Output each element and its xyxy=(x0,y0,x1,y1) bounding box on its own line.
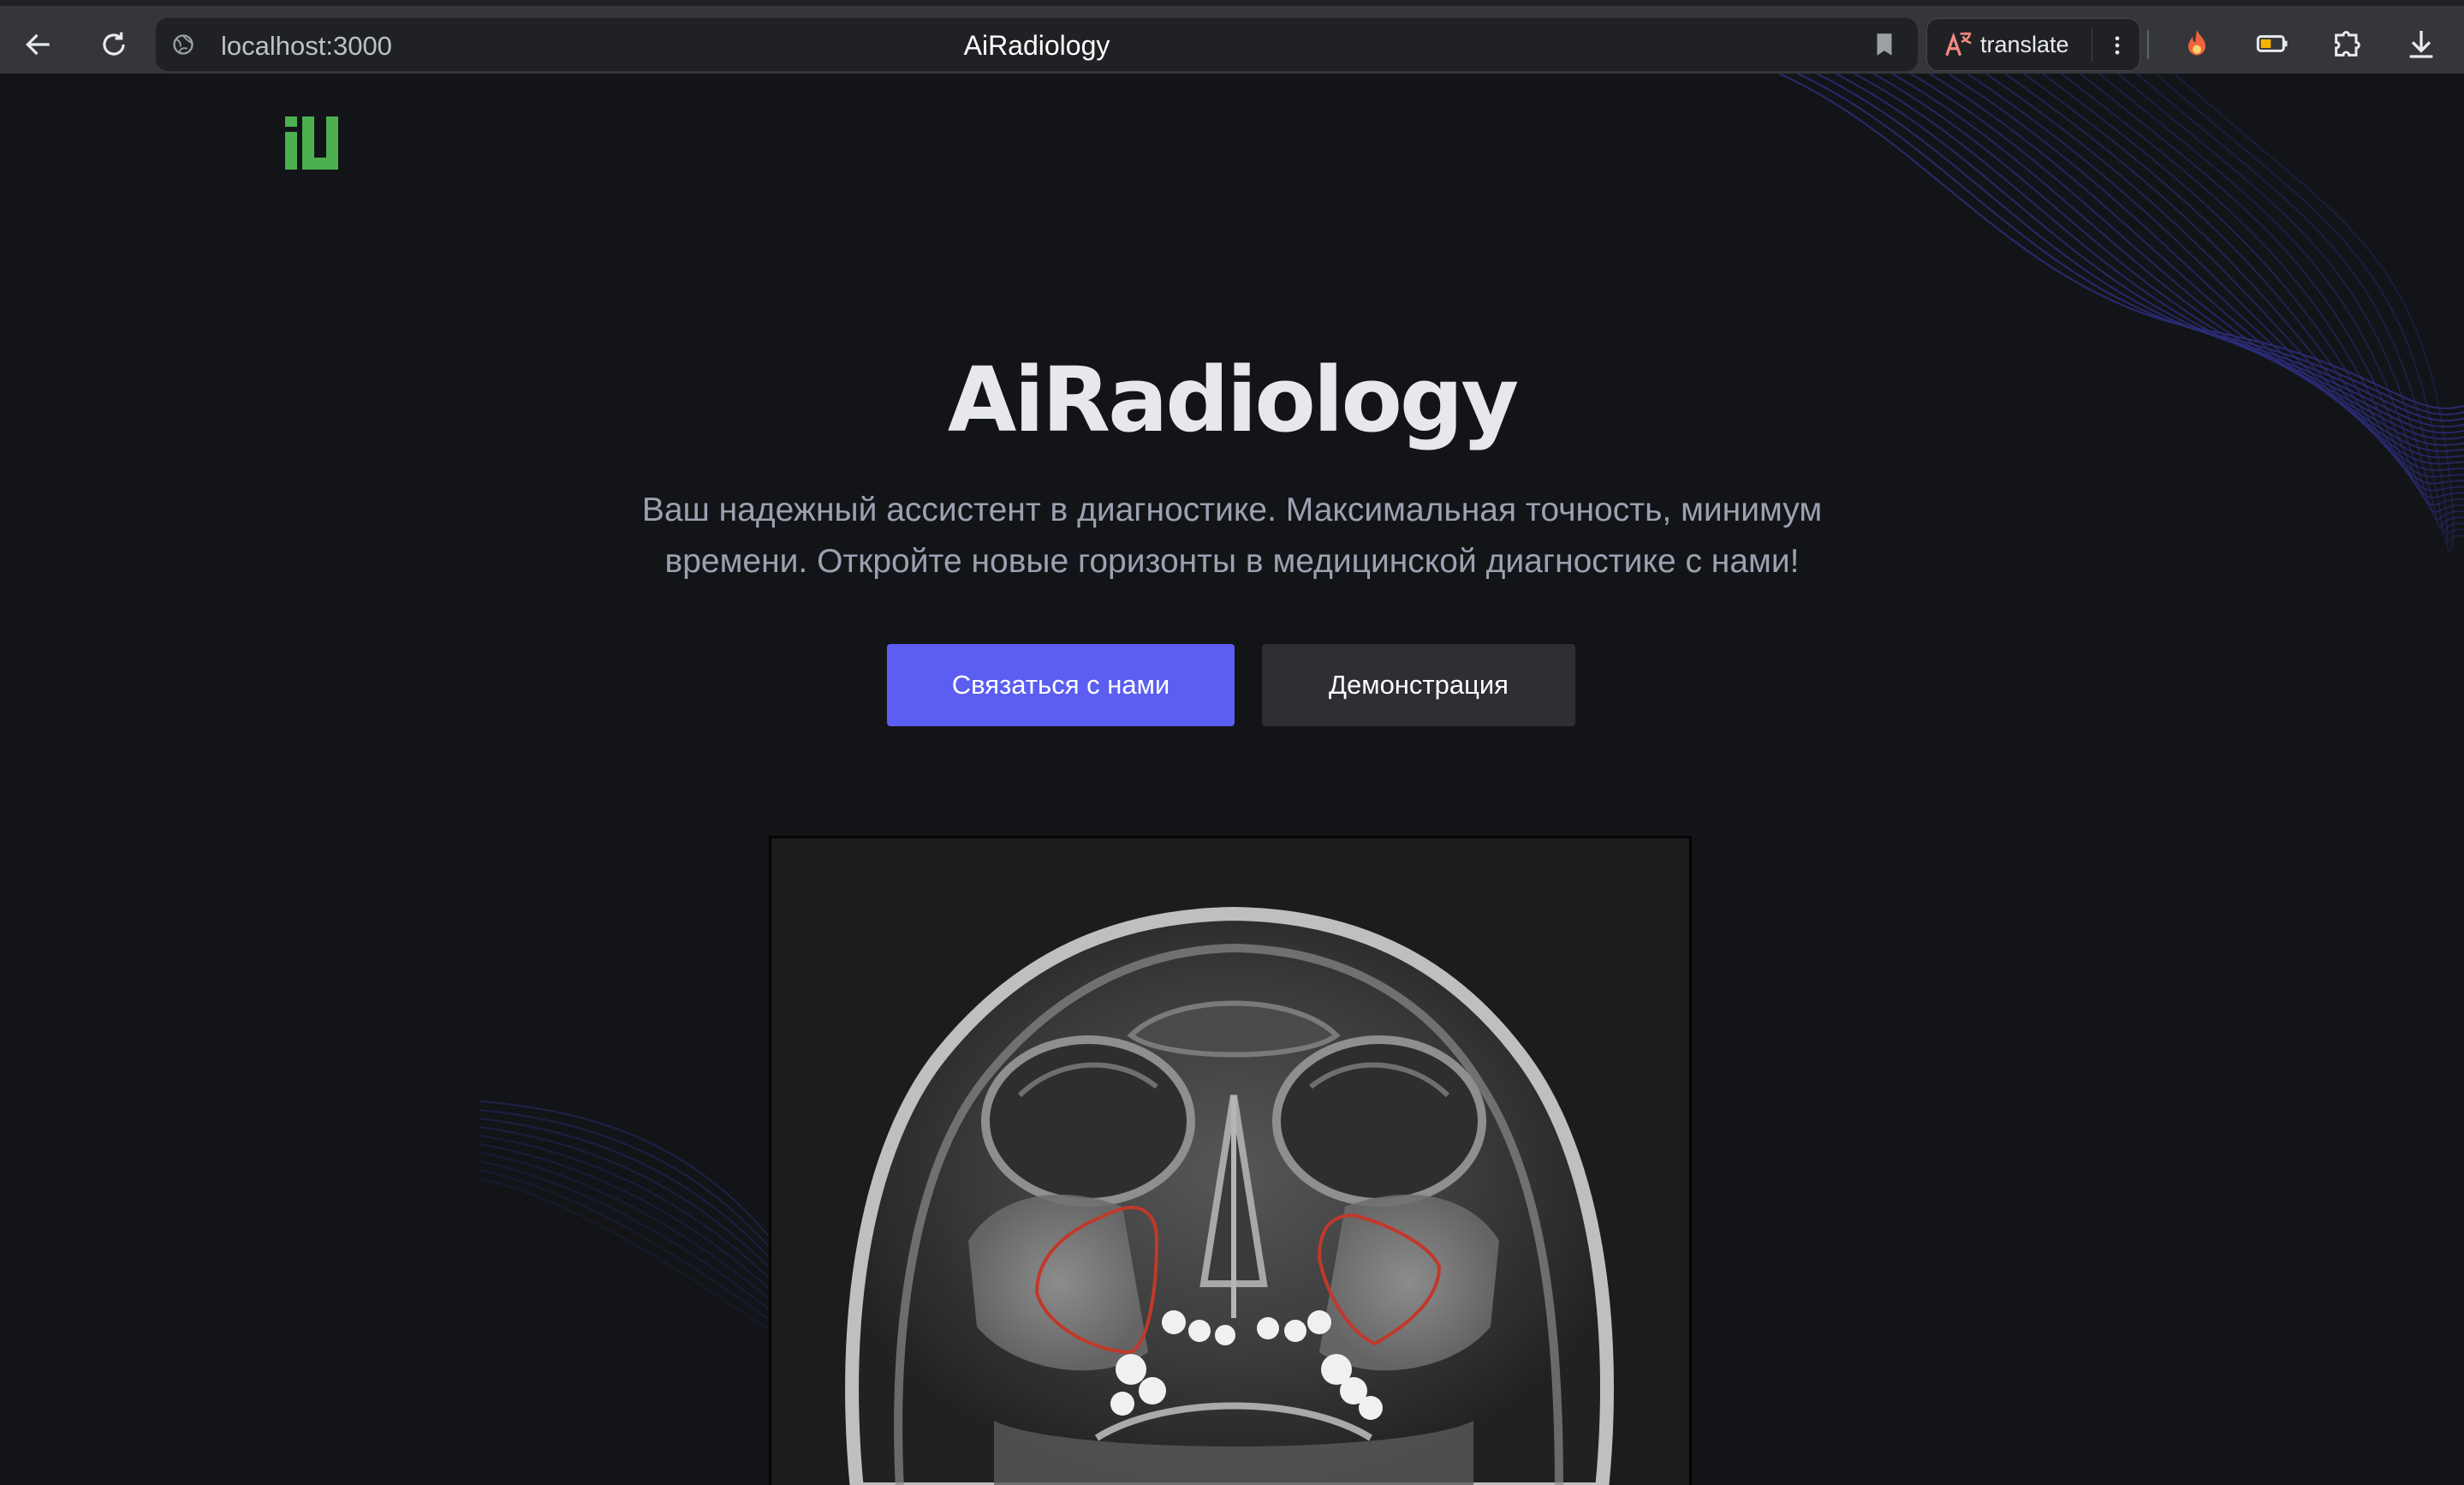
toolbar-divider xyxy=(2147,30,2149,59)
battery-extension-icon[interactable] xyxy=(2253,25,2291,63)
more-vert-icon[interactable] xyxy=(2102,29,2133,62)
logo-icon[interactable] xyxy=(285,116,338,170)
browser-toolbar: localhost:3000 AiRadiology translate xyxy=(0,0,2464,74)
wave-line xyxy=(479,1169,771,1321)
hero-title: AiRadiology xyxy=(947,348,1519,452)
decorative-waves xyxy=(1778,74,2464,552)
reload-button[interactable] xyxy=(86,16,142,73)
back-button[interactable] xyxy=(10,16,67,73)
landing-page: AiRadiology Ваш надежный ассистент в диа… xyxy=(0,74,2464,1485)
address-bar[interactable]: localhost:3000 AiRadiology xyxy=(156,18,1918,71)
wave-line xyxy=(2098,74,2464,521)
translate-button[interactable]: translate xyxy=(1926,18,2140,71)
demo-button[interactable]: Демонстрация xyxy=(1262,644,1575,726)
contact-button[interactable]: Связаться с нами xyxy=(887,644,1235,726)
translate-icon xyxy=(1945,32,1972,57)
xray-image xyxy=(769,836,1692,1485)
translate-label: translate xyxy=(1980,31,2069,57)
tab-title: AiRadiology xyxy=(963,30,1110,61)
reload-icon xyxy=(103,32,125,56)
puzzle-extension-icon[interactable] xyxy=(2329,25,2366,63)
download-icon[interactable] xyxy=(2402,25,2440,63)
hero-subtitle: Ваш надежный ассистент в диагностике. Ма… xyxy=(641,492,1823,580)
bookmark-icon[interactable] xyxy=(1870,30,1899,59)
wave-line xyxy=(479,1135,771,1280)
fire-extension-icon[interactable] xyxy=(2178,25,2216,63)
wave-line xyxy=(479,1126,771,1270)
decorative-waves-left xyxy=(479,1100,771,1332)
back-arrow-icon xyxy=(26,33,50,56)
wave-line xyxy=(479,1160,771,1311)
skull-xray-illustration xyxy=(771,838,1689,1485)
